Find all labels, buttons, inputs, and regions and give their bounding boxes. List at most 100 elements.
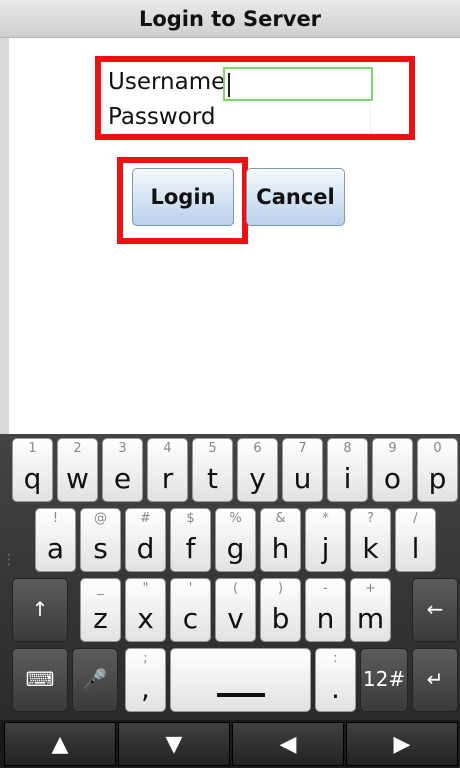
enter-icon: ↵ [426, 667, 444, 691]
key-e[interactable]: 3e [102, 438, 143, 502]
key-label: z [93, 602, 108, 635]
key-label: r [161, 462, 174, 495]
key-label: c [182, 602, 199, 635]
key-label: a [46, 532, 65, 565]
key-j[interactable]: * j [305, 508, 346, 572]
username-input[interactable] [223, 67, 373, 101]
key-c[interactable]: ' c [170, 578, 211, 642]
voice-input-key[interactable]: 🎤 [72, 648, 118, 712]
key-label: , [141, 672, 150, 705]
soft-keyboard: ⋮ 1q 2w 3e 4r 5t 6y 7u 8i 9o 0p ! a @ s # d… [0, 434, 460, 720]
key-label: q [23, 462, 42, 495]
key-r[interactable]: 4r [147, 438, 188, 502]
key-l[interactable]: / l [395, 508, 436, 572]
key-label: j [321, 532, 330, 565]
key-label: u [293, 462, 312, 495]
key-label: h [271, 532, 290, 565]
key-hint: " [142, 581, 149, 596]
nav-down-button[interactable]: ▼ [118, 722, 230, 766]
key-label: g [226, 532, 245, 565]
key-a[interactable]: ! a [35, 508, 76, 572]
key-label: w [66, 462, 89, 495]
key-x[interactable]: " x [125, 578, 166, 642]
key-hint: * [322, 511, 329, 526]
arrow-left-icon: ◀ [279, 731, 297, 757]
key-hint: 9 [388, 441, 397, 456]
key-s[interactable]: @ s [80, 508, 121, 572]
shift-key[interactable]: ↑ [12, 578, 68, 642]
key-q[interactable]: 1q [12, 438, 53, 502]
key-hint: % [229, 511, 242, 526]
key-label: y [249, 462, 266, 495]
arrow-right-icon: ▶ [393, 731, 411, 757]
key-b[interactable]: ) b [260, 578, 301, 642]
key-hint: ' [188, 581, 193, 596]
key-hint: / [413, 511, 418, 526]
key-hint: 1 [28, 441, 37, 456]
key-label: p [428, 462, 447, 495]
key-hint: # [140, 511, 151, 526]
cancel-button[interactable]: Cancel [246, 168, 345, 226]
key-d[interactable]: # d [125, 508, 166, 572]
enter-key[interactable]: ↵ [412, 648, 458, 712]
key-label: m [356, 602, 385, 635]
key-label: n [316, 602, 335, 635]
key-u[interactable]: 7u [282, 438, 323, 502]
key-label: k [362, 532, 379, 565]
key-label: i [343, 462, 352, 495]
key-f[interactable]: $ f [170, 508, 211, 572]
window-title: Login to Server [0, 0, 460, 38]
key-hint: ! [52, 511, 59, 526]
key-k[interactable]: ? k [350, 508, 391, 572]
symbols-key[interactable]: 12# [360, 648, 408, 712]
keyboard-settings-key[interactable]: ⌨ [12, 648, 68, 712]
text-caret [228, 73, 230, 97]
key-g[interactable]: % g [215, 508, 256, 572]
key-hint: 2 [73, 441, 82, 456]
space-icon [216, 693, 265, 697]
key-hint: ( [232, 581, 239, 596]
key-hint: _ [97, 581, 104, 596]
symbols-key-label: 12# [362, 667, 406, 691]
nav-up-button[interactable]: ▲ [4, 722, 116, 766]
nav-left-button[interactable]: ◀ [232, 722, 344, 766]
key-label: f [185, 532, 196, 565]
key-v[interactable]: (v [215, 578, 256, 642]
password-input[interactable] [223, 104, 371, 134]
key-hint: ) [277, 581, 284, 596]
key-hint: & [275, 511, 286, 526]
key-y[interactable]: 6y [237, 438, 278, 502]
key-hint: 0 [433, 441, 442, 456]
comma-key[interactable]: ;, [125, 648, 166, 712]
key-hint: ; [143, 651, 148, 666]
spacebar-key[interactable] [170, 648, 311, 712]
backspace-key[interactable]: ← [412, 578, 458, 642]
key-label: s [93, 532, 108, 565]
key-t[interactable]: 5t [192, 438, 233, 502]
key-hint: 7 [298, 441, 307, 456]
left-edge-bar [0, 38, 9, 434]
key-label: t [207, 462, 218, 495]
nav-right-button[interactable]: ▶ [346, 722, 458, 766]
key-w[interactable]: 2w [57, 438, 98, 502]
key-hint: + [365, 581, 376, 596]
key-h[interactable]: & h [260, 508, 301, 572]
key-n[interactable]: -n [305, 578, 346, 642]
key-label: . [331, 672, 340, 705]
key-label: x [137, 602, 154, 635]
key-hint: 6 [253, 441, 262, 456]
arrow-down-icon: ▼ [165, 731, 183, 757]
key-label: e [113, 462, 132, 495]
key-z[interactable]: _ z [80, 578, 121, 642]
login-button[interactable]: Login [132, 168, 234, 226]
key-hint: 8 [343, 441, 352, 456]
key-label: o [383, 462, 402, 495]
navigation-bar: ▲ ▼ ◀ ▶ [0, 720, 460, 768]
period-key[interactable]: :. [315, 648, 356, 712]
key-m[interactable]: + m [350, 578, 391, 642]
key-p[interactable]: 0p [417, 438, 458, 502]
key-i[interactable]: 8i [327, 438, 368, 502]
backspace-icon: ← [426, 597, 444, 621]
password-label: Password [108, 104, 216, 130]
key-o[interactable]: 9o [372, 438, 413, 502]
